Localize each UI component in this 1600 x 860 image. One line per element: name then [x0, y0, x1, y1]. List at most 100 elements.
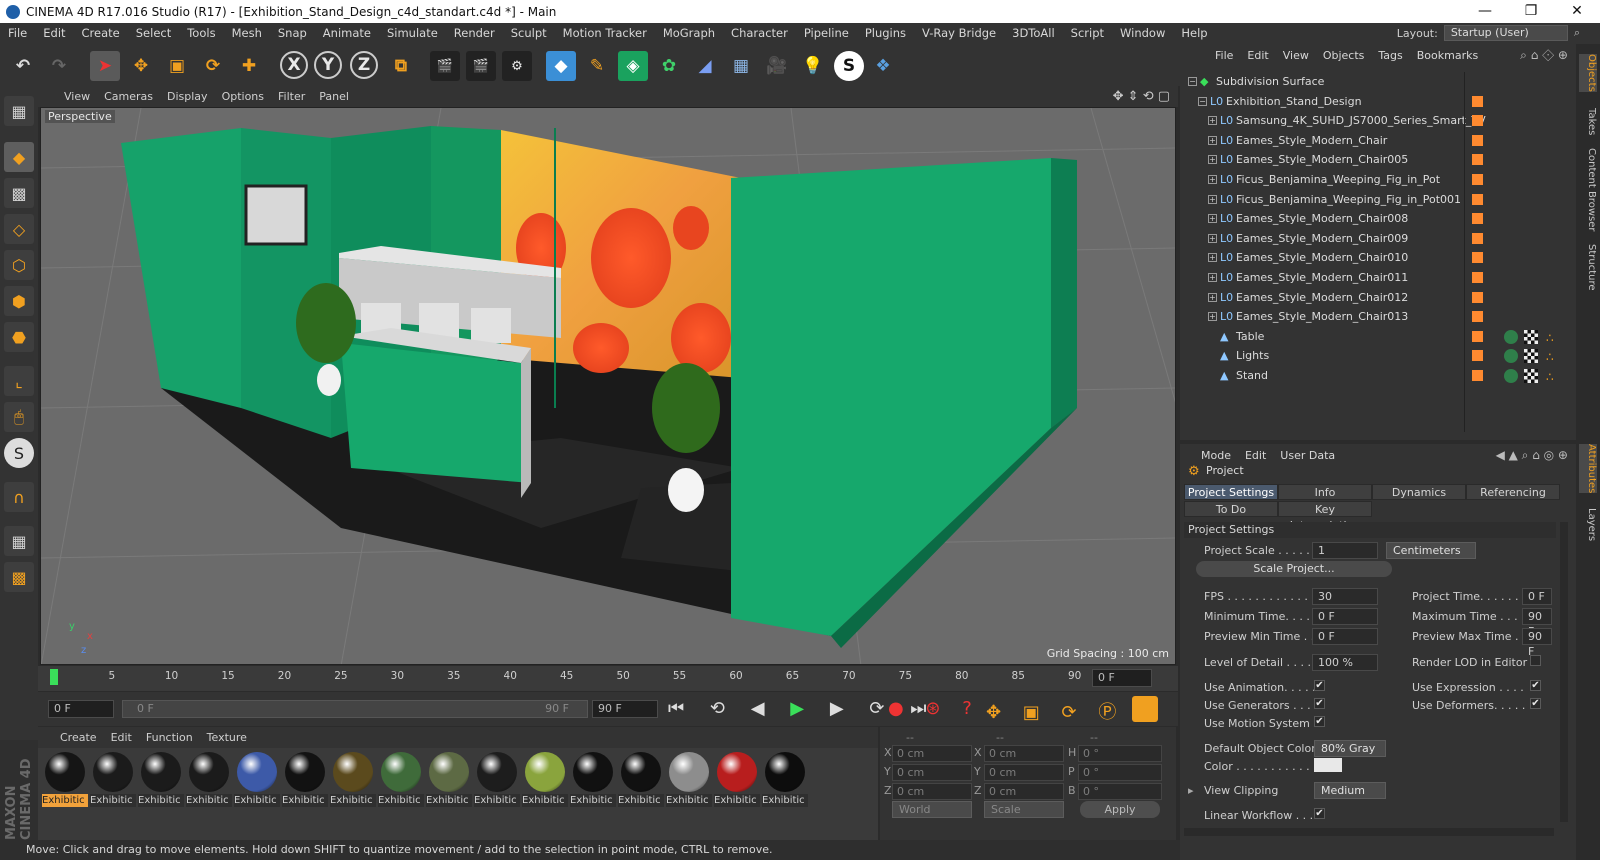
- current-frame-field[interactable]: 0 F: [1092, 669, 1152, 687]
- material-item[interactable]: Exhibitic: [138, 752, 184, 807]
- floor-icon[interactable]: ▦: [726, 51, 756, 81]
- expand-toggle-icon[interactable]: +: [1208, 175, 1217, 184]
- viewport-menu-display[interactable]: Display: [160, 90, 215, 103]
- move-all-icon[interactable]: ✚: [234, 51, 264, 81]
- menu-sculpt[interactable]: Sculpt: [503, 23, 555, 44]
- coordinate-system-icon[interactable]: ⧉: [386, 51, 416, 81]
- preview-min-field[interactable]: 0 F: [1312, 628, 1378, 645]
- expand-toggle-icon[interactable]: +: [1208, 155, 1217, 165]
- render-picture-icon[interactable]: 🎬: [466, 51, 496, 81]
- menu-file[interactable]: File: [0, 23, 35, 44]
- use-motion-checkbox[interactable]: ✔: [1314, 716, 1325, 727]
- menu-motion-tracker[interactable]: Motion Tracker: [555, 23, 655, 44]
- menu-edit[interactable]: Edit: [35, 23, 73, 44]
- viewport-menu-filter[interactable]: Filter: [271, 90, 312, 103]
- material-item[interactable]: Exhibitic: [618, 752, 664, 807]
- expand-toggle-icon[interactable]: +: [1208, 116, 1217, 126]
- model-mode-icon[interactable]: ◆: [4, 142, 34, 172]
- deformer-icon[interactable]: ◢: [690, 51, 720, 81]
- attr-menu-edit[interactable]: Edit: [1238, 449, 1273, 462]
- coord-value-field[interactable]: 0 cm: [892, 783, 972, 800]
- coord-value-field[interactable]: 0 °: [1078, 783, 1162, 800]
- move-icon[interactable]: ✥: [126, 51, 156, 81]
- tab-info[interactable]: Info: [1278, 484, 1372, 500]
- layer-color-swatch[interactable]: [1472, 95, 1483, 107]
- y-axis-icon[interactable]: Y: [314, 51, 342, 79]
- layer-color-swatch[interactable]: [1472, 272, 1483, 283]
- default-object-color-dropdown[interactable]: 80% Gray: [1314, 740, 1386, 757]
- phong-tag-icon[interactable]: [1524, 329, 1538, 344]
- cube-icon[interactable]: ◆: [546, 51, 576, 81]
- layer-color-swatch[interactable]: [1472, 330, 1483, 342]
- phong-tag-icon[interactable]: [1524, 349, 1538, 364]
- layer-color-swatch[interactable]: [1472, 193, 1483, 205]
- side-tab-takes[interactable]: Takes: [1579, 108, 1597, 135]
- polygons-mode-icon[interactable]: ⬣: [4, 322, 34, 352]
- timeline-ruler[interactable]: 051015202530354045505560657075808590 0 F: [38, 666, 1178, 691]
- expand-toggle-icon[interactable]: −: [1188, 77, 1197, 86]
- material-item[interactable]: Exhibitic: [666, 752, 712, 807]
- layer-color-swatch[interactable]: [1472, 252, 1483, 264]
- material-item[interactable]: Exhibitic: [714, 752, 760, 807]
- menu-help[interactable]: Help: [1173, 23, 1215, 44]
- layer-color-swatch[interactable]: [1472, 174, 1483, 185]
- use-expression-checkbox[interactable]: ✔: [1530, 680, 1541, 691]
- locked-workplane-icon[interactable]: ▩: [4, 562, 34, 592]
- subdivision-icon[interactable]: ◈: [618, 51, 648, 81]
- menu-character[interactable]: Character: [723, 23, 796, 44]
- light-icon[interactable]: 💡: [798, 51, 828, 81]
- pen-icon[interactable]: ✎: [582, 51, 612, 81]
- menu-script[interactable]: Script: [1063, 23, 1112, 44]
- playhead-marker[interactable]: [50, 669, 58, 685]
- material-item[interactable]: Exhibitic: [186, 752, 232, 807]
- obj-menu-edit[interactable]: Edit: [1240, 49, 1275, 62]
- texture-mode-icon[interactable]: ▩: [4, 178, 34, 208]
- linear-workflow-checkbox[interactable]: ✔: [1314, 808, 1325, 819]
- object-row[interactable]: + L0 Eames_Style_Modern_Chair008: [1184, 209, 1574, 228]
- axis-mode-icon[interactable]: ⌞: [4, 366, 34, 396]
- project-scale-unit-dropdown[interactable]: Centimeters: [1386, 542, 1476, 559]
- script-icon[interactable]: S: [834, 51, 864, 81]
- vertical-scrollbar[interactable]: [1560, 522, 1568, 822]
- expand-toggle-icon[interactable]: +: [1208, 233, 1217, 243]
- tab-dynamics[interactable]: Dynamics: [1372, 484, 1466, 500]
- coord-value-field[interactable]: 0 cm: [984, 745, 1064, 762]
- close-button[interactable]: ✕: [1554, 0, 1600, 23]
- render-view-icon[interactable]: 🎬: [430, 51, 460, 81]
- material-item[interactable]: Exhibitic: [474, 752, 520, 807]
- obj-search-icon[interactable]: ⌕ ⌂ ⟐ ⊕: [1520, 48, 1568, 63]
- workplane-icon[interactable]: ◇: [4, 214, 34, 244]
- expand-toggle-icon[interactable]: +: [1208, 292, 1217, 302]
- scale-icon[interactable]: ▣: [162, 51, 192, 81]
- material-item[interactable]: Exhibitic: [42, 752, 88, 807]
- menu-tools[interactable]: Tools: [179, 23, 223, 44]
- record-buttons[interactable]: ● ⊛ ?: [888, 698, 980, 719]
- camera-icon[interactable]: 🎥: [762, 51, 792, 81]
- layer-color-swatch[interactable]: [1472, 115, 1483, 127]
- end-frame-field[interactable]: 90 F: [592, 700, 658, 718]
- side-tab-structure[interactable]: Structure: [1579, 244, 1597, 291]
- material-menu-function[interactable]: Function: [139, 731, 200, 744]
- selection-tag-icon[interactable]: ∴: [1546, 329, 1554, 348]
- viewport-menu-cameras[interactable]: Cameras: [97, 90, 160, 103]
- object-row[interactable]: + L0 Eames_Style_Modern_Chair009: [1184, 229, 1574, 248]
- project-scale-field[interactable]: 1: [1312, 542, 1378, 559]
- expand-toggle-icon[interactable]: +: [1208, 273, 1217, 282]
- points-mode-icon[interactable]: ⬡: [4, 250, 34, 280]
- material-item[interactable]: Exhibitic: [234, 752, 280, 807]
- material-item[interactable]: Exhibitic: [570, 752, 616, 807]
- viewport-menu-view[interactable]: View: [38, 90, 97, 103]
- material-item[interactable]: Exhibitic: [522, 752, 568, 807]
- layer-color-swatch[interactable]: [1472, 134, 1483, 146]
- attr-nav-icons[interactable]: ◀ ▲ ⌕ ⌂ ◎ ⊕: [1496, 448, 1568, 463]
- obj-menu-objects[interactable]: Objects: [1316, 49, 1372, 62]
- menu-mesh[interactable]: Mesh: [224, 23, 270, 44]
- render-settings-icon[interactable]: ⚙: [502, 51, 532, 81]
- menu-mograph[interactable]: MoGraph: [655, 23, 723, 44]
- coord-value-field[interactable]: 0 cm: [892, 764, 972, 781]
- mograph-icon[interactable]: ✿: [654, 51, 684, 81]
- menu-select[interactable]: Select: [128, 23, 179, 44]
- color-swatch[interactable]: [1314, 758, 1342, 772]
- obj-menu-tags[interactable]: Tags: [1371, 49, 1409, 62]
- object-row[interactable]: + L0 Ficus_Benjamina_Weeping_Fig_in_Pot001: [1184, 190, 1574, 209]
